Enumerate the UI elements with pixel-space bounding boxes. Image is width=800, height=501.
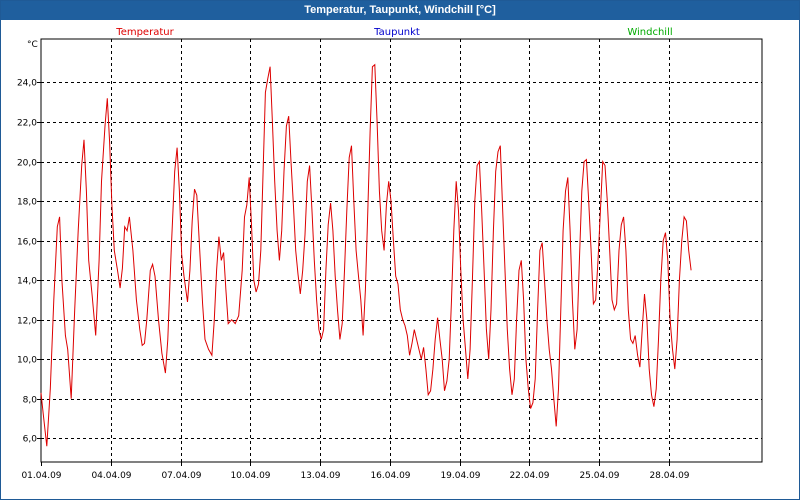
legend-item-windchill: Windchill: [627, 27, 672, 38]
y-tick-label: 8,0: [23, 396, 38, 406]
legend-item-taupunkt: Taupunkt: [373, 27, 420, 38]
x-tick-label: 01.04.09: [21, 471, 61, 481]
plot-frame: [40, 38, 763, 463]
y-tick-label: 10,0: [17, 356, 37, 366]
temperature-chart: 6,0 8,0 10,0 12,0 14,0 16,0 18,0 20,0 22,0 24,0 °C…: [17, 27, 763, 481]
y-tick-label: 24,0: [17, 79, 37, 89]
series-line-temperatur: [40, 63, 692, 447]
y-tick-label: 22,0: [17, 119, 37, 129]
chart-window: Temperatur, Taupunkt, Windchill [°C] 6,0…: [0, 0, 800, 500]
x-tick-label: 28.04.09: [649, 471, 689, 481]
x-tick-label: 22.04.09: [509, 471, 549, 481]
x-tick-label: 10.04.09: [230, 471, 270, 481]
grid: [41, 39, 762, 462]
y-tick-label: 6,0: [23, 435, 38, 445]
series-layer: [40, 63, 692, 447]
y-tick-label: 12,0: [17, 317, 37, 327]
x-tick-label: 25.04.09: [579, 471, 619, 481]
x-tick-label: 13.04.09: [300, 471, 340, 481]
y-axis-label: °C: [27, 40, 38, 50]
y-tick-label: 14,0: [17, 277, 37, 287]
axes: 6,0 8,0 10,0 12,0 14,0 16,0 18,0 20,0 22,0 24,0 °C…: [17, 38, 763, 481]
x-tick-label: 16.04.09: [370, 471, 410, 481]
legend-item-temperatur: Temperatur: [115, 27, 174, 38]
x-tick-label: 07.04.09: [161, 471, 201, 481]
y-tick-label: 20,0: [17, 159, 37, 169]
legend: Temperatur Taupunkt Windchill: [115, 27, 672, 38]
x-tick-label: 19.04.09: [440, 471, 480, 481]
y-tick-label: 16,0: [17, 238, 37, 248]
y-tick-label: 18,0: [17, 198, 37, 208]
x-tick-label: 04.04.09: [91, 471, 131, 481]
